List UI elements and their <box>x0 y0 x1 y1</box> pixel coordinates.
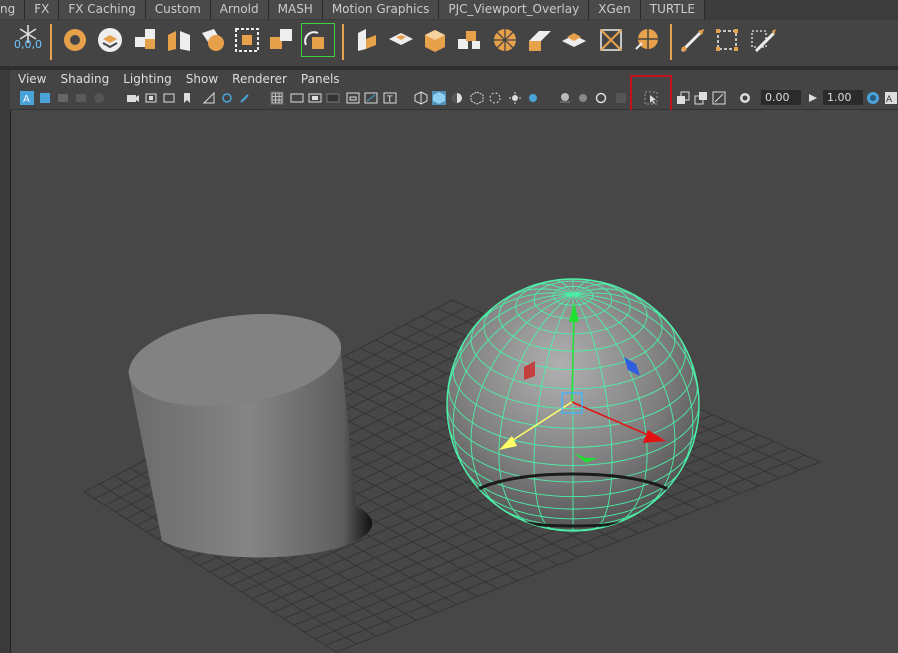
multi-cut-icon[interactable] <box>678 25 708 55</box>
menu-lighting[interactable]: Lighting <box>116 70 179 88</box>
display-adjust-icon[interactable]: A <box>884 91 898 105</box>
field-chart-icon[interactable] <box>220 91 234 105</box>
shelf-tab-xgen[interactable]: XGen <box>589 0 641 19</box>
bookmarks-icon[interactable] <box>56 91 70 105</box>
shelf-separator <box>670 24 672 60</box>
default-material-icon[interactable] <box>450 91 464 105</box>
3d-viewport[interactable] <box>11 110 898 653</box>
combine-icon[interactable] <box>131 25 161 55</box>
safe-action-toggle-icon[interactable] <box>364 91 378 105</box>
extrude-icon[interactable] <box>420 25 450 55</box>
bevel-icon[interactable] <box>454 25 484 55</box>
xray-joints-icon[interactable] <box>712 91 726 105</box>
viewport-toolbar: A T 0.00 1.00 A <box>10 88 898 110</box>
select-camera-icon[interactable]: A <box>20 91 34 105</box>
grid-distribute-icon[interactable] <box>232 25 262 55</box>
gamma-field[interactable]: 1.00 <box>823 90 863 105</box>
sphere-grid-icon[interactable] <box>632 25 662 55</box>
boolean-icon[interactable] <box>198 25 228 55</box>
gate-mask-toggle-icon[interactable] <box>326 91 340 105</box>
stack-layers-icon[interactable] <box>95 25 125 55</box>
shadows-icon[interactable] <box>526 91 540 105</box>
extract-icon[interactable] <box>266 25 296 55</box>
shelf-separator <box>50 24 52 60</box>
anti-aliasing-icon[interactable] <box>594 91 608 105</box>
edit-pencil-icon[interactable] <box>748 25 778 55</box>
viewport-menu-bar: View Shading Lighting Show Renderer Pane… <box>10 70 898 88</box>
field-chart-toggle-icon[interactable] <box>346 91 360 105</box>
camera-attributes-icon[interactable] <box>38 91 52 105</box>
camera-icon[interactable] <box>126 91 140 105</box>
svg-text:A: A <box>886 95 893 105</box>
shelf-tab-fx[interactable]: FX <box>25 0 60 19</box>
shelf-tab-bar: ng FX FX Caching Custom Arnold MASH Moti… <box>0 0 898 20</box>
gamma-icon[interactable] <box>806 91 820 105</box>
scene <box>83 278 821 653</box>
svg-text:A: A <box>23 94 30 105</box>
center-pivot-icon[interactable] <box>60 25 90 55</box>
film-gate-icon[interactable] <box>144 91 158 105</box>
bridge-icon[interactable] <box>352 25 382 55</box>
shelf-tab-motion-graphics[interactable]: Motion Graphics <box>322 0 440 19</box>
exposure-field[interactable]: 0.00 <box>761 90 801 105</box>
xray-icon[interactable] <box>694 91 708 105</box>
shelf: 0,0,0 <box>0 20 898 66</box>
shelf-tab-arnold[interactable]: Arnold <box>210 0 269 19</box>
shelf-tab-fx-caching[interactable]: FX Caching <box>59 0 146 19</box>
cylinder-object[interactable] <box>123 302 373 558</box>
grease-pencil-icon[interactable] <box>92 91 106 105</box>
smooth-icon[interactable] <box>490 25 520 55</box>
left-panel-edge <box>0 70 11 653</box>
menu-show[interactable]: Show <box>179 70 225 88</box>
quadrangulate-icon[interactable] <box>596 25 626 55</box>
separate-icon[interactable] <box>164 25 194 55</box>
smooth-shade-icon[interactable] <box>432 91 446 105</box>
lights-icon[interactable] <box>508 91 522 105</box>
coord-label: 0,0,0 <box>14 38 42 51</box>
film-gate-toggle-icon[interactable] <box>290 91 304 105</box>
menu-panels[interactable]: Panels <box>294 70 347 88</box>
resolution-toggle-icon[interactable] <box>308 91 322 105</box>
grid-toggle-icon[interactable] <box>270 91 284 105</box>
menu-view[interactable]: View <box>10 70 53 88</box>
eyedropper-icon[interactable] <box>238 91 252 105</box>
motion-blur-icon[interactable] <box>576 91 590 105</box>
checker-icon[interactable] <box>488 91 502 105</box>
shelf-tab-pjc-viewport-overlay[interactable]: PJC_Viewport_Overlay <box>439 0 590 19</box>
shelf-separator <box>342 24 344 60</box>
isolate-select-icon[interactable] <box>676 91 690 105</box>
menu-renderer[interactable]: Renderer <box>225 70 294 88</box>
color-management-icon[interactable] <box>866 91 880 105</box>
wireframe-shading-icon[interactable] <box>414 91 428 105</box>
shelf-tab-custom[interactable]: Custom <box>145 0 211 19</box>
ambient-occlusion-icon[interactable] <box>558 91 572 105</box>
safe-title-toggle-icon[interactable]: T <box>383 91 397 105</box>
gate-mask-icon[interactable] <box>180 91 194 105</box>
depth-of-field-icon[interactable] <box>614 91 628 105</box>
append-poly-icon[interactable] <box>386 25 416 55</box>
textured-icon[interactable] <box>470 91 484 105</box>
menu-shading[interactable]: Shading <box>53 70 116 88</box>
shelf-tab-turtle[interactable]: TURTLE <box>640 0 705 19</box>
shelf-tab-rendering[interactable]: ng <box>0 0 26 19</box>
exposure-icon[interactable] <box>738 91 752 105</box>
safe-action-icon[interactable] <box>202 91 216 105</box>
active-shelf-tool-frame[interactable] <box>301 23 335 57</box>
image-plane-icon[interactable] <box>74 91 88 105</box>
triangulate-icon[interactable] <box>559 25 589 55</box>
svg-text:T: T <box>386 95 393 105</box>
edge-loop-icon[interactable] <box>712 25 742 55</box>
shelf-tab-mash[interactable]: MASH <box>268 0 323 19</box>
resolution-gate-icon[interactable] <box>162 91 176 105</box>
reduce-icon[interactable] <box>525 25 555 55</box>
